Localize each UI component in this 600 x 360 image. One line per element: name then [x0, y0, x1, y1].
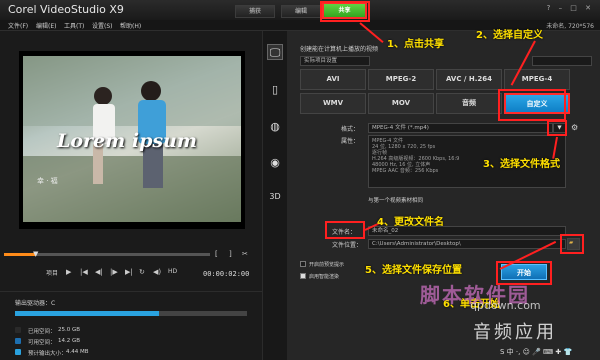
next-frame-icon[interactable]: |▶: [110, 268, 118, 276]
project-info: 未命名, 720*576: [546, 23, 594, 30]
annotation-step3: 3、选择文件格式: [483, 159, 560, 170]
play-icon[interactable]: ▶: [66, 268, 71, 276]
split-clip-icon[interactable]: ✂: [242, 250, 248, 258]
format-audio-button[interactable]: 音频: [436, 93, 502, 114]
tab-edit[interactable]: 编辑: [281, 5, 321, 18]
share-header: 创建能在计算机上播放的视频: [300, 46, 379, 53]
app-logo: Corel VideoStudio X9: [8, 3, 124, 16]
mark-out-icon[interactable]: ]: [229, 250, 232, 258]
format-label: 格式：: [341, 126, 360, 133]
highlight-custom-format: [498, 89, 566, 121]
project-label[interactable]: 项目: [46, 268, 58, 277]
menu-tools[interactable]: 工具(T): [64, 21, 84, 30]
free-space-label: 可用空间：: [28, 340, 56, 346]
used-space-value: 25.0 GB: [58, 327, 81, 333]
file-location-input[interactable]: C:\Users\Administrator\Desktop\: [368, 239, 566, 249]
tab-capture[interactable]: 捕获: [235, 5, 275, 18]
menu-help[interactable]: 帮助(H): [120, 21, 141, 30]
smart-render-label: 启用智能渲染: [309, 274, 340, 280]
preview-window: Lorem ipsum 幸 · 福: [19, 51, 245, 229]
free-space-swatch: [15, 338, 21, 344]
overlay-subtitle: 幸 · 福: [37, 177, 58, 185]
format-select[interactable]: MPEG-4 文件 (*.mp4): [368, 123, 553, 133]
overlay-title-text: Lorem ipsum: [57, 130, 197, 152]
drive-title: 输出驱动器：C: [15, 300, 56, 307]
preview-prompt-checkbox[interactable]: [300, 261, 306, 267]
computer-icon[interactable]: 🖵: [267, 44, 283, 60]
menu-file[interactable]: 文件(F): [8, 21, 28, 30]
highlight-file-name: [325, 221, 365, 239]
drive-usage-fill: [15, 311, 159, 316]
scrubber-progress: [4, 253, 35, 256]
mark-in-icon[interactable]: [: [215, 250, 218, 258]
profile-dropdown[interactable]: [532, 56, 592, 66]
repeat-icon[interactable]: ↻: [139, 268, 145, 276]
watermark-brand: 音频应用: [473, 322, 557, 343]
annotation-step4: 4、更改文件名: [377, 217, 444, 228]
format-wmv-button[interactable]: WMV: [300, 93, 366, 114]
share-category-column: 🖵 ▯ ◍ ◉ 3D: [262, 31, 287, 360]
project-setting-note: 与第一个视频素材相同: [368, 198, 424, 204]
properties-label: 属性：: [341, 138, 360, 145]
highlight-share-tab: [320, 1, 370, 22]
used-space-label: 已用空间：: [28, 329, 56, 335]
scrubber-handle-icon[interactable]: ▼: [33, 250, 38, 258]
annotation-step5: 5、选择文件保存位置: [365, 265, 462, 276]
video-frame: Lorem ipsum 幸 · 福: [23, 56, 241, 222]
format-avc-button[interactable]: AVC / H.264: [436, 69, 502, 90]
estimated-size-label: 预计输出大小：: [28, 351, 67, 357]
volume-icon[interactable]: ◀): [153, 268, 161, 276]
drive-usage-bar: [15, 311, 247, 316]
home-icon[interactable]: |◀: [80, 268, 88, 276]
3d-icon[interactable]: 3D: [267, 189, 283, 205]
menu-edit[interactable]: 编辑(E): [36, 21, 56, 30]
highlight-format-dropdown: [547, 120, 567, 136]
annotation-step1: 1、点击共享: [387, 39, 444, 50]
highlight-browse-folder: [560, 234, 584, 254]
estimated-size-value: 4.44 MB: [66, 349, 89, 355]
system-tray: S 中 ·, ☺ 🎤 ⌨ ✚ 👕: [500, 348, 573, 356]
watermark-domain: qpdown.com: [470, 299, 541, 312]
end-icon[interactable]: ▶|: [125, 268, 133, 276]
disc-icon[interactable]: ◉: [267, 155, 283, 171]
project-settings-dropdown[interactable]: 实际项目设置: [300, 56, 370, 66]
preview-prompt-label: 开启前预览提示: [309, 262, 345, 268]
format-mpeg2-button[interactable]: MPEG-2: [368, 69, 434, 90]
options-gear-icon[interactable]: ⚙: [571, 123, 578, 132]
hd-icon[interactable]: HD: [168, 268, 177, 275]
timecode[interactable]: 00:00:02:00: [203, 270, 249, 278]
estimated-size-swatch: [15, 349, 21, 355]
web-icon[interactable]: ◍: [267, 119, 283, 135]
file-location-label: 文件位置：: [332, 242, 363, 249]
smart-render-checkbox[interactable]: [300, 273, 306, 279]
share-panel: 创建能在计算机上播放的视频 实际项目设置 AVI MPEG-2 AVC / H.…: [287, 31, 600, 360]
format-avi-button[interactable]: AVI: [300, 69, 366, 90]
format-mov-button[interactable]: MOV: [368, 93, 434, 114]
free-space-value: 14.2 GB: [58, 338, 81, 344]
device-icon[interactable]: ▯: [267, 82, 283, 98]
window-controls[interactable]: ? – □ ✕: [547, 4, 594, 12]
prev-frame-icon[interactable]: ◀|: [95, 268, 103, 276]
used-space-swatch: [15, 327, 21, 333]
menu-settings[interactable]: 设置(S): [92, 21, 113, 30]
title-bar: Corel VideoStudio X9 捕获 编辑 共享 ? – □ ✕: [0, 0, 600, 20]
annotation-step2: 2、选择自定义: [476, 30, 543, 41]
